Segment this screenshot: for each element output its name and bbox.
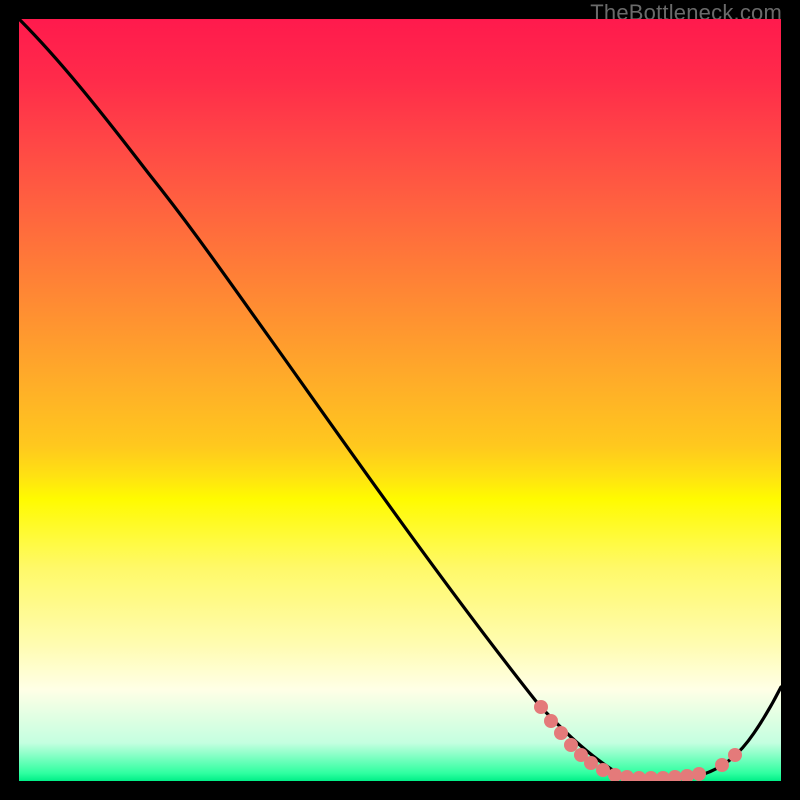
bottleneck-curve [19,19,781,781]
chart-container: TheBottleneck.com [0,0,800,800]
plot-area [19,19,781,781]
curve-path [19,19,781,779]
marker-dots [534,700,742,781]
